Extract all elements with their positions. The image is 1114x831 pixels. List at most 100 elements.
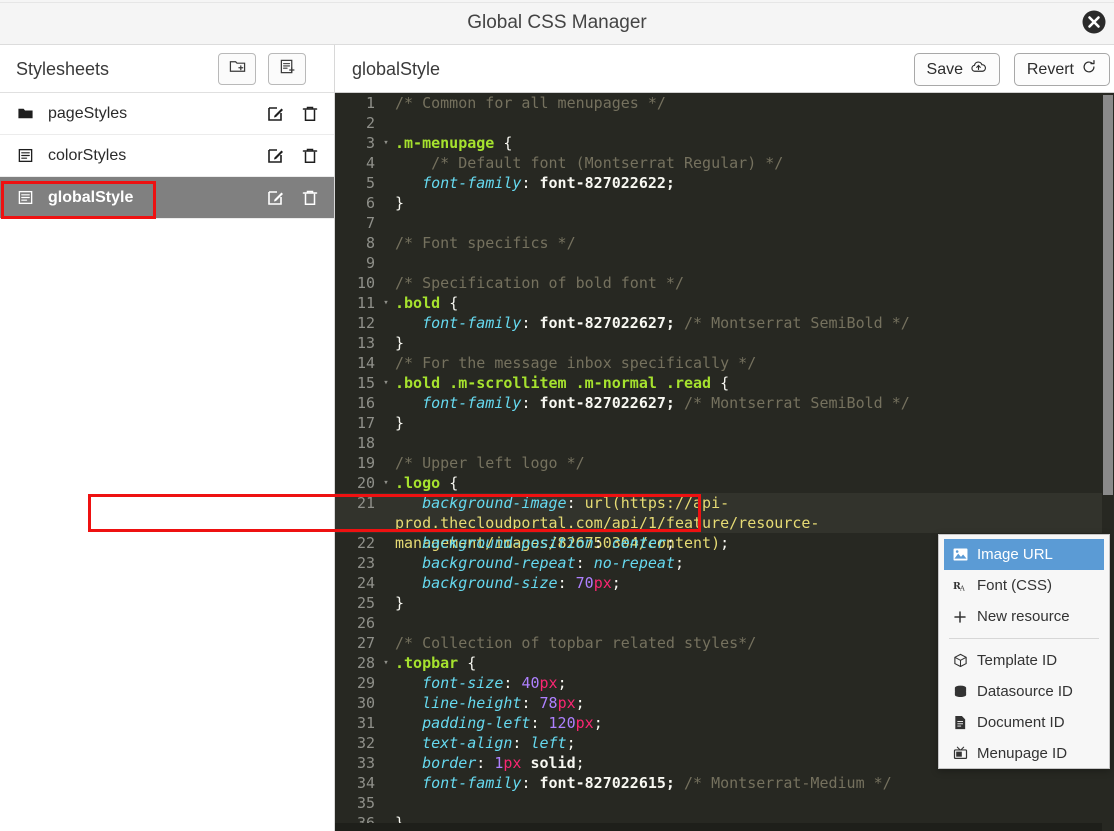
edit-pencil-icon[interactable] — [266, 188, 286, 208]
line-number: 17 — [356, 414, 375, 432]
code-line[interactable]: 5 font-family: font-827022622; — [335, 173, 1114, 193]
menu-item-font-css[interactable]: R A Font (CSS) — [944, 570, 1104, 601]
menu-item-menupage-id[interactable]: Menupage ID — [944, 738, 1104, 769]
code-line[interactable]: 10 /* Specification of bold font */ — [335, 273, 1114, 293]
editor-scrollbar-thumb[interactable] — [1103, 95, 1113, 495]
refresh-icon — [1081, 59, 1097, 80]
fold-toggle-icon[interactable]: ▾ — [381, 373, 391, 393]
code-text: background-position: center; — [422, 534, 675, 552]
line-number: 20 — [356, 474, 375, 492]
image-icon — [952, 548, 968, 561]
line-number: 9 — [365, 254, 375, 272]
editor-header: globalStyle Save Revert — [335, 45, 1114, 93]
database-icon — [952, 684, 968, 699]
code-line[interactable]: 9 — [335, 253, 1114, 273]
fold-toggle-icon[interactable]: ▾ — [381, 473, 391, 493]
new-file-icon — [279, 58, 296, 80]
code-line[interactable]: 8 /* Font specifics */ — [335, 233, 1114, 253]
trash-icon[interactable] — [300, 188, 320, 208]
code-line[interactable]: 21 background-image: url(https://api-pro… — [335, 493, 1114, 552]
code-line[interactable]: 14 /* For the message inbox specifically … — [335, 353, 1114, 373]
code-text: font-family: font-827022627; /* Montserr… — [422, 314, 910, 332]
sidebar-item-pagestyles[interactable]: pageStyles — [0, 93, 334, 135]
code-line[interactable]: 20 ▾ .logo { — [335, 473, 1114, 493]
code-line[interactable]: 19 /* Upper left logo */ — [335, 453, 1114, 473]
line-number: 26 — [356, 614, 375, 632]
line-number: 25 — [356, 594, 375, 612]
open-file-name: globalStyle — [352, 59, 441, 79]
menu-item-label: Font (CSS) — [977, 577, 1053, 594]
menu-item-template-id[interactable]: Template ID — [944, 645, 1104, 676]
new-folder-button[interactable] — [218, 53, 256, 85]
menu-item-label: Menupage ID — [977, 745, 1068, 762]
title-bar: Global CSS Manager — [0, 0, 1114, 45]
fold-toggle-icon[interactable]: ▾ — [381, 133, 391, 153]
row-actions — [266, 177, 320, 219]
font-icon: R A — [952, 579, 968, 593]
code-text: text-align: left; — [422, 734, 576, 752]
code-line[interactable]: 16 font-family: font-827022627; /* Monts… — [335, 393, 1114, 413]
code-text: /* Upper left logo */ — [395, 454, 585, 472]
code-text: .topbar { — [395, 654, 477, 672]
code-line[interactable]: 12 font-family: font-827022627; /* Monts… — [335, 313, 1114, 333]
new-file-button[interactable] — [268, 53, 306, 85]
code-line[interactable]: 15 ▾ .bold .m-scrollitem .m-normal .read { — [335, 373, 1114, 393]
sidebar-item-colorstyles[interactable]: colorStyles — [0, 135, 334, 177]
code-text: /* Specification of bold font */ — [395, 274, 684, 292]
line-number: 23 — [356, 554, 375, 572]
menu-item-document-id[interactable]: Document ID — [944, 707, 1104, 738]
document-icon — [952, 715, 968, 730]
menu-item-datasource-id[interactable]: Datasource ID — [944, 676, 1104, 707]
code-line[interactable]: 4 /* Default font (Montserrat Regular) *… — [335, 153, 1114, 173]
line-number: 7 — [365, 214, 375, 232]
resource-context-menu: Image URL R A Font (CSS) New resource Te… — [938, 534, 1110, 769]
code-line[interactable]: 7 — [335, 213, 1114, 233]
code-line[interactable]: 6} — [335, 193, 1114, 213]
trash-icon[interactable] — [300, 146, 320, 166]
code-line[interactable]: 1 /* Common for all menupages */ — [335, 93, 1114, 113]
code-line[interactable]: 2 — [335, 113, 1114, 133]
code-line[interactable]: 18 — [335, 433, 1114, 453]
save-button[interactable]: Save — [913, 53, 1000, 86]
code-line[interactable]: 13} — [335, 333, 1114, 353]
code-text: font-family: font-827022622; — [422, 174, 675, 192]
menu-item-label: New resource — [977, 608, 1070, 625]
plus-icon — [952, 610, 968, 624]
code-line[interactable]: 3 ▾ .m-menupage { — [335, 133, 1114, 153]
code-text: /* Font specifics */ — [395, 234, 576, 252]
code-text: font-size: 40px; — [422, 674, 567, 692]
menu-item-image-url[interactable]: Image URL — [944, 539, 1104, 570]
line-number: 10 — [356, 274, 375, 292]
line-number: 19 — [356, 454, 375, 472]
line-number: 21 — [356, 494, 375, 512]
trash-icon[interactable] — [300, 104, 320, 124]
code-line[interactable]: 17} — [335, 413, 1114, 433]
fold-toggle-icon[interactable]: ▾ — [381, 293, 391, 313]
line-number: 18 — [356, 434, 375, 452]
cloud-upload-icon — [970, 60, 987, 79]
svg-text:A: A — [959, 584, 965, 592]
save-label: Save — [926, 60, 963, 78]
code-text: background-size: 70px; — [422, 574, 621, 592]
editor-horizontal-scrollbar[interactable] — [335, 823, 1102, 831]
code-text: line-height: 78px; — [422, 694, 585, 712]
line-number: 33 — [356, 754, 375, 772]
edit-pencil-icon[interactable] — [266, 104, 286, 124]
edit-pencil-icon[interactable] — [266, 146, 286, 166]
code-line[interactable]: 34 font-family: font-827022615; /* Monts… — [335, 773, 1114, 793]
close-icon[interactable] — [1081, 9, 1107, 35]
global-css-manager-window: Global CSS Manager Stylesheets pageStyle… — [0, 0, 1114, 831]
code-line[interactable]: 11 ▾ .bold { — [335, 293, 1114, 313]
menu-item-label: Datasource ID — [977, 683, 1073, 700]
monitor-icon — [952, 746, 968, 761]
code-text: .m-menupage { — [395, 134, 513, 152]
menu-separator — [949, 638, 1099, 639]
code-line[interactable]: 35 — [335, 793, 1114, 813]
menu-item-new-resource[interactable]: New resource — [944, 601, 1104, 632]
line-number: 22 — [356, 534, 375, 552]
revert-button[interactable]: Revert — [1013, 53, 1110, 86]
fold-toggle-icon[interactable]: ▾ — [381, 653, 391, 673]
sidebar-item-globalstyle[interactable]: globalStyle — [0, 177, 334, 219]
menu-item-label: Image URL — [977, 546, 1053, 563]
stylesheets-sidebar: Stylesheets pageStyles colorStyles globa… — [0, 45, 335, 831]
